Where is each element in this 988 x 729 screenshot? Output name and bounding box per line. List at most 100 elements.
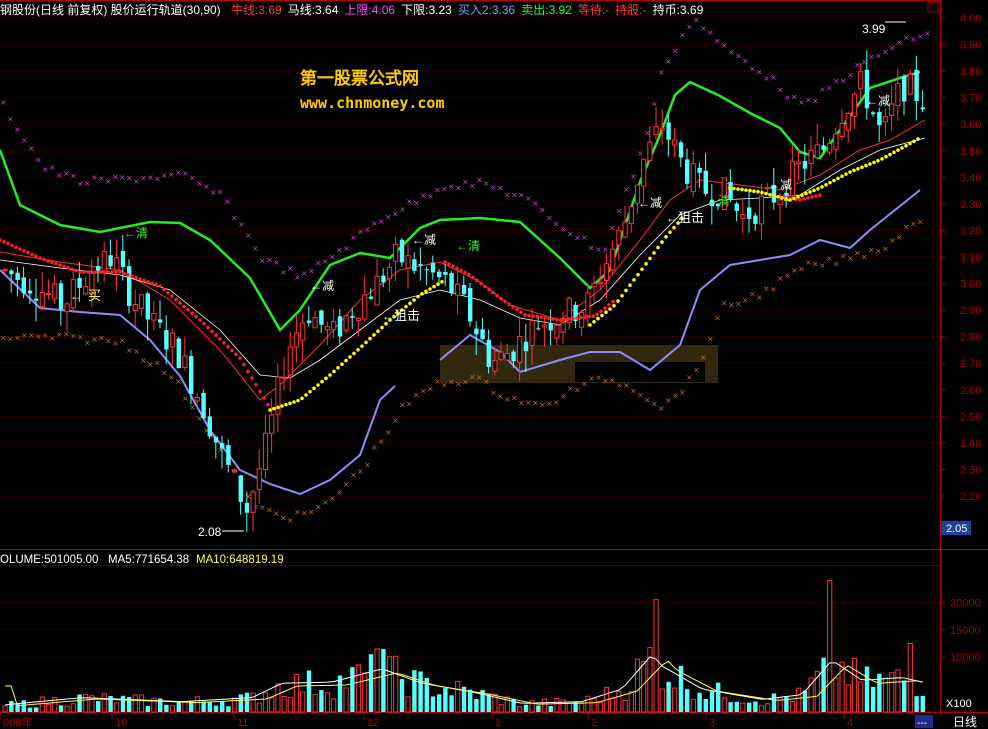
indicator-item: 等待:- bbox=[578, 3, 609, 17]
yellow-dot bbox=[804, 191, 808, 196]
red-dot bbox=[194, 314, 198, 319]
upper-band-marker: × bbox=[791, 93, 798, 102]
yellow-dot bbox=[376, 329, 380, 334]
upper-band-marker: × bbox=[819, 85, 826, 94]
upper-band-marker: × bbox=[735, 52, 742, 61]
red-dot bbox=[459, 268, 463, 273]
volume-bar-down bbox=[685, 689, 690, 712]
yellow-dot bbox=[624, 288, 628, 293]
volume-bar-down bbox=[728, 702, 733, 712]
upper-band-marker: × bbox=[777, 86, 784, 95]
candle-body-up bbox=[796, 161, 802, 165]
volume-bar-down bbox=[399, 679, 405, 712]
upper-band-marker: × bbox=[700, 24, 707, 33]
lower-band-marker: × bbox=[413, 391, 420, 400]
candle-body-down bbox=[27, 290, 33, 294]
red-dot bbox=[818, 193, 822, 197]
price-tick-label: 3.20 bbox=[960, 225, 981, 237]
volume-bar-up bbox=[169, 705, 176, 713]
lower-band-marker: × bbox=[42, 331, 49, 340]
red-dot bbox=[238, 356, 242, 360]
lower-band-marker: × bbox=[497, 392, 504, 401]
stock-chart[interactable]: × × × × × × × × × × × ×× × × × × ×× ×× × ××× ××××××××× × ×× ×× ×… bbox=[0, 0, 988, 729]
yellow-dot bbox=[652, 251, 656, 255]
upper-band-marker: × bbox=[469, 182, 476, 191]
yellow-dot bbox=[664, 235, 668, 239]
indicator-item: 买入2:3.36 bbox=[458, 3, 516, 17]
panel-toggle-icon[interactable] bbox=[927, 1, 939, 13]
price-tick-label: 3.60 bbox=[960, 119, 981, 131]
red-dot bbox=[507, 302, 511, 306]
red-dot bbox=[42, 257, 46, 262]
lower-band-marker: × bbox=[84, 339, 91, 348]
yellow-dot bbox=[276, 405, 280, 410]
volume-bar-up bbox=[2, 705, 8, 713]
yellow-dot bbox=[884, 154, 888, 159]
yellow-dot bbox=[740, 187, 744, 192]
candle-body-up bbox=[386, 266, 393, 280]
upper-band-marker: × bbox=[154, 174, 161, 183]
lower-band-marker: × bbox=[609, 376, 616, 385]
upper-band-marker: × bbox=[637, 149, 644, 158]
volume-bar-down bbox=[96, 701, 101, 712]
yellow-dot bbox=[424, 289, 428, 294]
lower-band-marker: × bbox=[532, 398, 539, 407]
tab-daily[interactable]: 日线 bbox=[953, 715, 977, 729]
candle-body-up bbox=[64, 303, 70, 313]
lower-band-marker: × bbox=[427, 385, 434, 394]
yellow-dot bbox=[904, 143, 908, 148]
date-tick-label: 3 bbox=[709, 717, 715, 729]
volume-bar-down bbox=[771, 693, 777, 712]
yellow-dot bbox=[272, 406, 276, 411]
chart-header: 钢股份(日线 前复权) 股价运行轨道(30,90) 牛线:3.69 马线:3.64… bbox=[0, 2, 704, 17]
yellow-dot bbox=[848, 170, 852, 174]
volume-bar-up bbox=[610, 697, 616, 713]
price-tick-label: 2.50 bbox=[960, 411, 981, 423]
volume-header: OLUME:501005.00 MA5:771654.38 MA10:64881… bbox=[0, 554, 284, 566]
volume-bar-up bbox=[765, 703, 771, 713]
lower-band-marker: × bbox=[91, 335, 98, 344]
volume-bar-up bbox=[672, 687, 678, 713]
volume-bar-up bbox=[690, 698, 696, 713]
candle-body-up bbox=[262, 432, 269, 470]
red-dot bbox=[14, 245, 18, 249]
yellow-dot bbox=[336, 366, 340, 370]
upper-band-marker: × bbox=[686, 22, 693, 31]
red-dot bbox=[531, 314, 535, 318]
lower-band-marker: × bbox=[875, 246, 882, 255]
volume-bar-up bbox=[355, 664, 362, 713]
low-price-label: 2.08 bbox=[198, 525, 222, 539]
candle-body-up bbox=[52, 283, 58, 300]
red-dot bbox=[443, 260, 447, 264]
lower-band-marker: × bbox=[749, 290, 756, 299]
date-tick-label: 10 bbox=[115, 717, 127, 729]
upper-band-marker: × bbox=[126, 174, 133, 183]
upper-band-marker: × bbox=[896, 38, 903, 47]
upper-band-marker: × bbox=[427, 192, 434, 201]
volume-bar-up bbox=[405, 696, 411, 713]
yellow-dot bbox=[292, 400, 296, 404]
red-dot bbox=[262, 396, 266, 400]
yellow-dot bbox=[796, 195, 800, 199]
candle-body-up bbox=[151, 312, 157, 321]
lower-band-marker: × bbox=[791, 266, 798, 275]
yellow-dot bbox=[776, 195, 780, 199]
candle-body-down bbox=[120, 250, 126, 268]
candle-body-up bbox=[827, 143, 833, 153]
volume-bar-up bbox=[541, 698, 548, 713]
price-tick-label: 2.40 bbox=[960, 438, 981, 450]
date-tick-label: 4 bbox=[847, 717, 853, 729]
lower-band-marker: × bbox=[616, 381, 623, 390]
candle-body-up bbox=[455, 283, 461, 296]
candle-body-up bbox=[777, 199, 783, 205]
candle-body-up bbox=[851, 93, 858, 117]
yellow-dot bbox=[780, 196, 784, 200]
lower-band-marker: × bbox=[126, 346, 133, 355]
candle-body-down bbox=[902, 75, 907, 102]
lower-band-marker: × bbox=[168, 373, 175, 382]
lower-band-marker: × bbox=[322, 498, 329, 507]
yellow-dot bbox=[752, 189, 756, 193]
red-dot bbox=[479, 281, 483, 286]
yellow-dot bbox=[324, 376, 328, 381]
lower-band-marker: × bbox=[623, 381, 630, 390]
